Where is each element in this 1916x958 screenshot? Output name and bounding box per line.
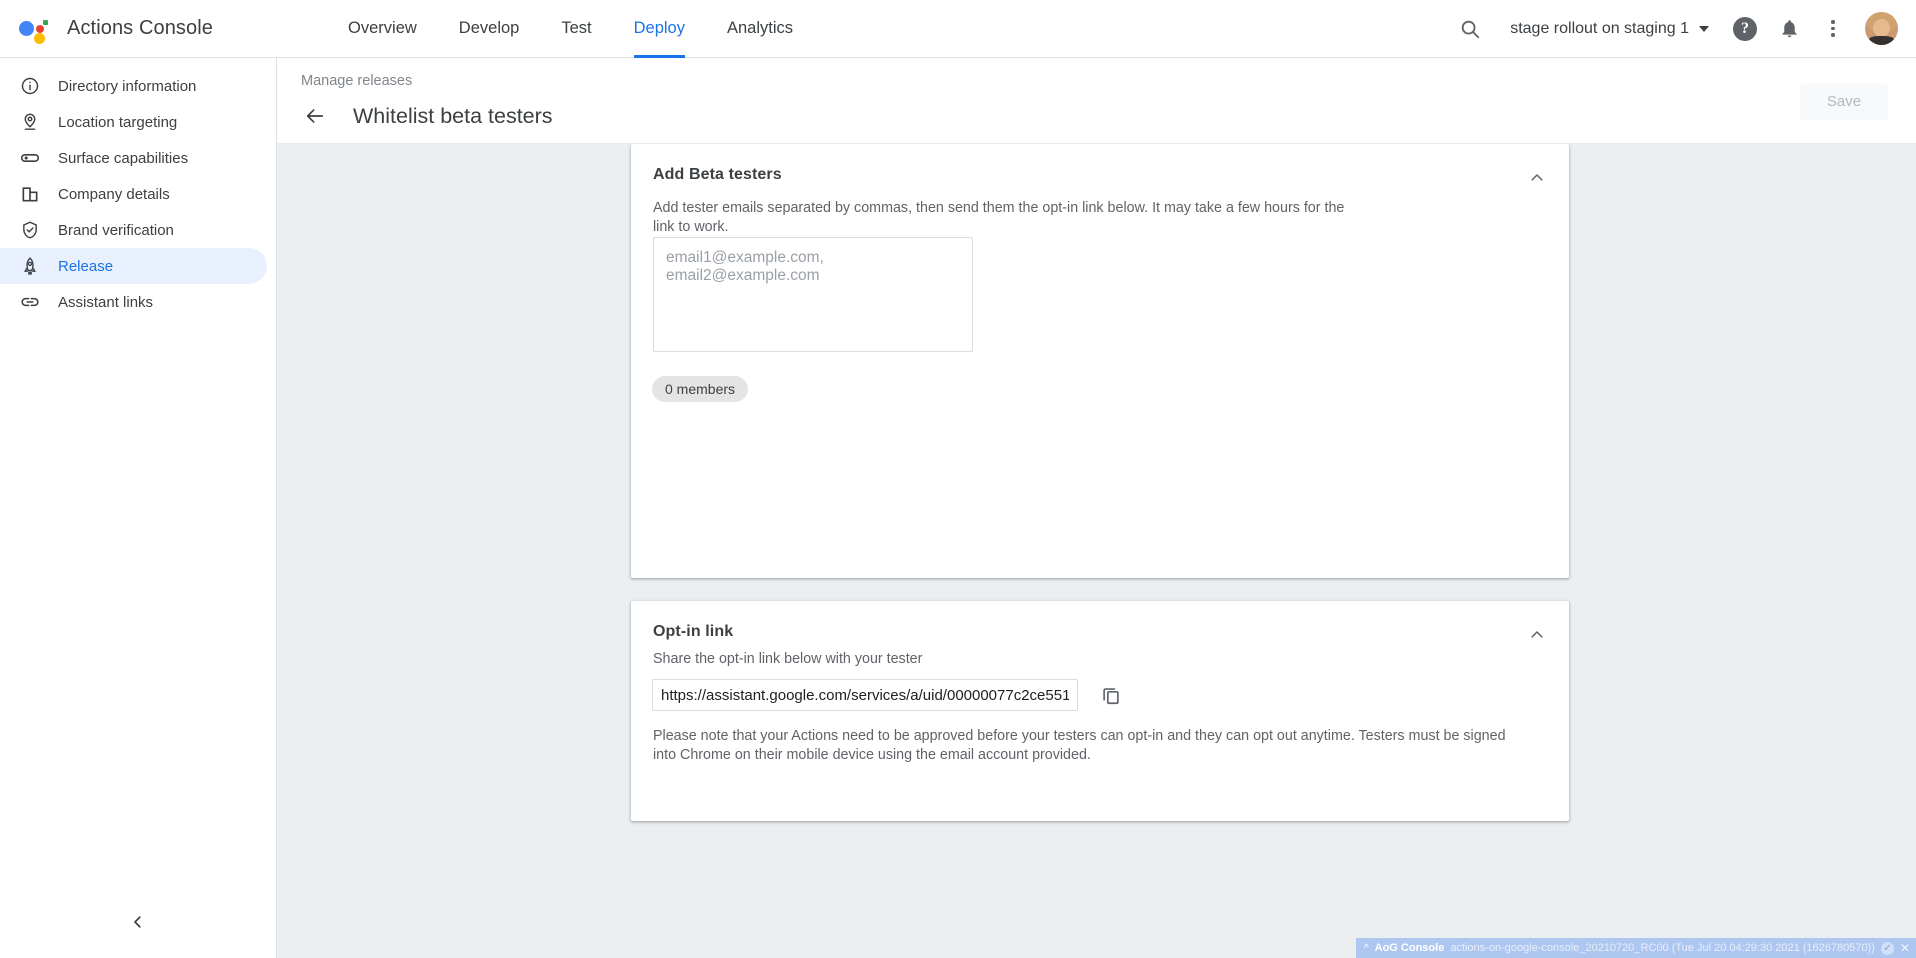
chevron-up-icon[interactable] — [1523, 164, 1551, 192]
sidebar: Directory information Location targeting… — [0, 58, 277, 958]
sidebar-item-label: Directory information — [58, 78, 196, 95]
build-status-bar: ^ AoG Console actions-on-google-console_… — [1356, 938, 1916, 958]
card-description: Add tester emails separated by commas, t… — [653, 199, 1353, 237]
top-app-bar: Actions Console Overview Develop Test De… — [0, 0, 1916, 58]
sidebar-item-directory-information[interactable]: Directory information — [0, 68, 267, 104]
card-title: Add Beta testers — [653, 166, 782, 184]
top-bar-actions: stage rollout on staging 1 ? — [1448, 7, 1898, 51]
members-count-chip[interactable]: 0 members — [652, 376, 748, 402]
page-header: Manage releases Whitelist beta testers S… — [277, 58, 1916, 144]
beta-tester-emails-input[interactable] — [653, 237, 973, 352]
tab-deploy[interactable]: Deploy — [613, 0, 706, 58]
user-avatar[interactable] — [1865, 12, 1898, 45]
app-title: Actions Console — [67, 17, 213, 40]
sidebar-nav-list: Directory information Location targeting… — [0, 58, 276, 320]
copy-icon[interactable] — [1094, 678, 1128, 712]
chevron-left-icon — [129, 913, 147, 936]
sidebar-item-company-details[interactable]: Company details — [0, 176, 267, 212]
status-bar-label: AoG Console — [1375, 942, 1445, 954]
bell-icon[interactable] — [1767, 7, 1811, 51]
info-circle-icon — [19, 75, 41, 97]
sidebar-item-label: Company details — [58, 186, 170, 203]
sidebar-collapse-button[interactable] — [0, 904, 276, 944]
sidebar-item-label: Release — [58, 258, 113, 275]
tab-analytics[interactable]: Analytics — [706, 0, 814, 58]
page-title: Whitelist beta testers — [353, 104, 553, 129]
chevron-up-icon[interactable] — [1523, 621, 1551, 649]
optin-link-row — [652, 678, 1128, 712]
sidebar-item-label: Brand verification — [58, 222, 174, 239]
card-title: Opt-in link — [653, 623, 733, 641]
sidebar-item-brand-verification[interactable]: Brand verification — [0, 212, 267, 248]
tab-test[interactable]: Test — [540, 0, 612, 58]
project-selector[interactable]: stage rollout on staging 1 — [1510, 20, 1709, 38]
tab-overview[interactable]: Overview — [327, 0, 438, 58]
capsule-icon — [19, 147, 41, 169]
sidebar-item-surface-capabilities[interactable]: Surface capabilities — [0, 140, 267, 176]
add-beta-testers-card: Add Beta testers Add tester emails separ… — [631, 144, 1569, 578]
optin-link-card: Opt-in link Share the opt-in link below … — [631, 601, 1569, 821]
location-pin-icon — [19, 111, 41, 133]
check-circle-icon: ✓ — [1881, 942, 1894, 955]
page-title-row: Whitelist beta testers — [297, 98, 553, 134]
help-icon[interactable]: ? — [1723, 7, 1767, 51]
chevron-down-icon — [1699, 26, 1709, 32]
building-icon — [19, 183, 41, 205]
kebab-menu-icon[interactable] — [1811, 7, 1855, 51]
arrow-left-icon[interactable] — [297, 98, 333, 134]
save-button[interactable]: Save — [1800, 83, 1888, 120]
breadcrumb[interactable]: Manage releases — [301, 73, 412, 89]
chevron-up-small-icon[interactable]: ^ — [1364, 943, 1369, 954]
search-icon[interactable] — [1448, 7, 1492, 51]
status-bar-build-info: actions-on-google-console_20210720_RC00 … — [1450, 942, 1875, 954]
project-name: stage rollout on staging 1 — [1510, 20, 1689, 38]
optin-note: Please note that your Actions need to be… — [653, 727, 1515, 765]
main-content: Add Beta testers Add tester emails separ… — [277, 144, 1916, 958]
sidebar-item-release[interactable]: Release — [0, 248, 267, 284]
card-description: Share the opt-in link below with your te… — [653, 651, 922, 667]
sidebar-item-location-targeting[interactable]: Location targeting — [0, 104, 267, 140]
tab-develop[interactable]: Develop — [438, 0, 541, 58]
sidebar-item-label: Assistant links — [58, 294, 153, 311]
google-assistant-logo-icon — [18, 13, 50, 45]
brand: Actions Console — [18, 13, 213, 45]
primary-nav: Overview Develop Test Deploy Analytics — [327, 0, 814, 58]
optin-link-input[interactable] — [652, 679, 1078, 711]
sidebar-item-label: Location targeting — [58, 114, 177, 131]
sidebar-item-assistant-links[interactable]: Assistant links — [0, 284, 267, 320]
sidebar-item-label: Surface capabilities — [58, 150, 188, 167]
close-icon[interactable]: ✕ — [1900, 941, 1910, 955]
shield-check-icon — [19, 219, 41, 241]
link-icon — [19, 291, 41, 313]
rocket-icon — [19, 255, 41, 277]
